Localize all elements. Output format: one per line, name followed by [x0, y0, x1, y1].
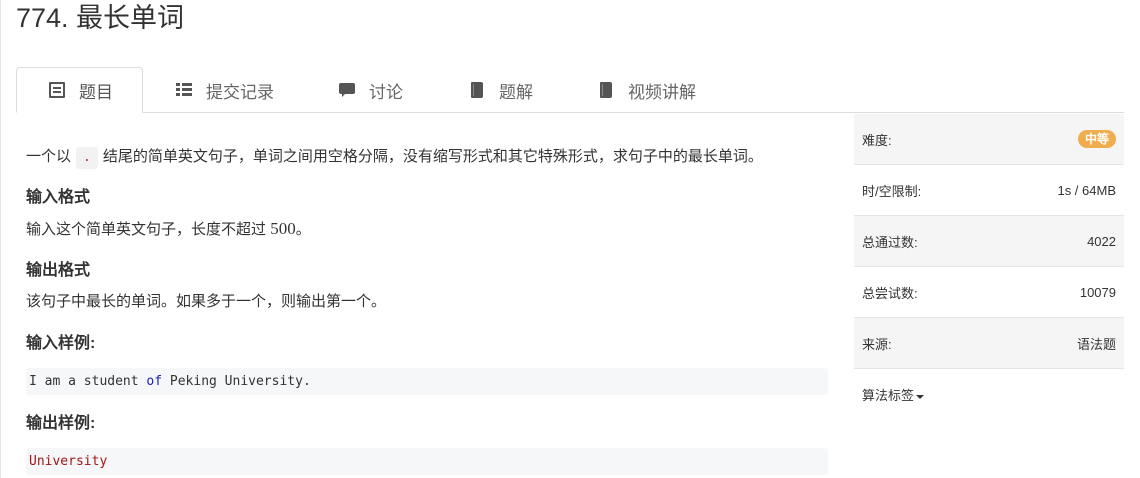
tab-label: 题解	[499, 82, 533, 102]
sample-output-text: University	[29, 454, 108, 469]
length-limit-number: 500	[270, 219, 296, 238]
attempts-label: 总尝试数:	[862, 285, 918, 301]
problem-description: 一个以. 结尾的简单英文句子，单词之间用空格分隔，没有缩写形式和其它特殊形式，求句…	[26, 146, 763, 169]
accepted-value: 4022	[1087, 233, 1116, 249]
difficulty-badge: 中等	[1077, 130, 1116, 148]
output-format-text: 该句子中最长的单词。如果多于一个，则输出第一个。	[26, 293, 387, 310]
sample-input-text: I am a student	[29, 374, 147, 389]
accepted-label: 总通过数:	[862, 234, 918, 250]
tab-problem[interactable]: 题目	[16, 67, 143, 113]
inline-code: .	[76, 147, 98, 169]
input-format-heading: 输入格式	[26, 189, 91, 206]
sample-input-keyword: of	[146, 374, 163, 389]
sample-output-heading: 输出样例:	[26, 415, 96, 432]
book-icon	[598, 82, 614, 98]
input-format-sentence: 输入这个简单英文句子，长度不超过	[26, 221, 267, 238]
tab-solutions[interactable]: 题解	[469, 67, 533, 113]
output-format-heading: 输出格式	[26, 262, 91, 279]
algorithm-tags-toggle[interactable]: 算法标签	[862, 385, 925, 404]
caret-down-icon	[916, 394, 925, 399]
tab-label: 讨论	[369, 82, 403, 102]
algorithm-tags-label: 算法标签	[862, 388, 915, 403]
tab-submissions[interactable]: 提交记录	[176, 67, 274, 113]
accepted-row: 总通过数: 4022	[854, 216, 1124, 267]
sample-input-heading: 输入样例:	[26, 335, 96, 352]
sample-input-text: Peking University.	[162, 374, 311, 389]
input-format-text: 输入这个简单英文句子，长度不超过 500。	[26, 218, 311, 241]
source-row: 来源: 语法题	[854, 318, 1124, 369]
limit-value: 1s / 64MB	[1057, 182, 1116, 198]
list-icon	[176, 82, 192, 98]
tab-label: 视频讲解	[628, 82, 696, 102]
tab-video[interactable]: 视频讲解	[598, 67, 696, 113]
tab-label: 提交记录	[206, 82, 274, 102]
difficulty-label: 难度:	[862, 132, 892, 148]
sample-output-code[interactable]: University	[26, 448, 828, 475]
tab-label: 题目	[79, 82, 113, 102]
description-text: 一个以	[26, 148, 72, 165]
algorithm-tags-row[interactable]: 算法标签	[854, 369, 1124, 420]
sample-input-code[interactable]: I am a student of Peking University.	[26, 368, 828, 395]
input-format-period: 。	[295, 221, 311, 238]
page-title: 774. 最长单词	[16, 3, 185, 33]
description-text: 结尾的简单英文句子，单词之间用空格分隔，没有缩写形式和其它特殊形式，求句子中的最…	[102, 148, 763, 165]
page-left-border	[0, 0, 1, 478]
comment-icon	[339, 82, 355, 98]
attempts-row: 总尝试数: 10079	[854, 267, 1124, 318]
tab-discussion[interactable]: 讨论	[339, 67, 403, 113]
document-icon	[49, 82, 65, 98]
limit-label: 时/空限制:	[862, 183, 922, 199]
book-icon	[469, 82, 485, 98]
limit-row: 时/空限制: 1s / 64MB	[854, 165, 1124, 216]
attempts-value: 10079	[1079, 284, 1116, 300]
difficulty-row: 难度: 中等	[854, 114, 1124, 165]
source-label: 来源:	[862, 336, 892, 352]
problem-info-sidebar: 难度: 中等 时/空限制: 1s / 64MB 总通过数: 4022 总尝试数:…	[854, 114, 1124, 420]
source-value[interactable]: 语法题	[1077, 334, 1116, 353]
